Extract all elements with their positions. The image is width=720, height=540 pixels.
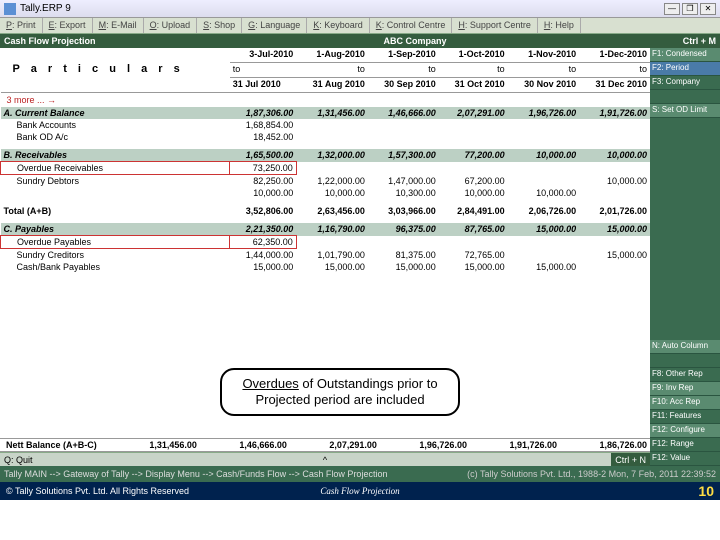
menu-item[interactable]: P: Print [0,18,43,33]
copyright: © Tally Solutions Pvt. Ltd. All Rights R… [6,486,189,496]
side-button[interactable]: F12: Range [650,438,720,452]
page-number: 10 [698,483,714,499]
minimize-button[interactable]: — [664,3,680,15]
side-button[interactable]: F2: Period [650,62,720,76]
side-button[interactable]: F12: Value [650,452,720,466]
breadcrumb-path: Tally MAIN --> Gateway of Tally --> Disp… [4,469,387,479]
menu-item[interactable]: K: Keyboard [307,18,370,33]
side-button[interactable]: N: Auto Column [650,340,720,354]
sidebar: F1: CondensedF2: PeriodF3: Company S: Set… [650,48,720,466]
side-button[interactable]: F10: Acc Rep [650,396,720,410]
menu-item[interactable]: G: Language [242,18,307,33]
side-button[interactable]: F9: Inv Rep [650,382,720,396]
ctrl-n-hint: Ctrl + N [611,453,650,466]
report-content: P a r t i c u l a r s3-Jul-20101-Aug-201… [0,48,650,466]
app-icon [4,3,16,15]
projection-table: P a r t i c u l a r s3-Jul-20101-Aug-201… [0,48,650,273]
side-button[interactable]: S: Set OD Limit [650,104,720,118]
company-name: ABC Company [164,36,666,46]
menu-item[interactable]: H: Support Centre [452,18,538,33]
side-button[interactable]: F8: Other Rep [650,368,720,382]
nett-balance-row: Nett Balance (A+B-C)1,31,456.001,46,666.… [0,438,650,452]
report-title: Cash Flow Projection [4,36,164,46]
maximize-button[interactable]: ❐ [682,3,698,15]
menu-item[interactable]: S: Shop [197,18,242,33]
caret-icon: ^ [323,455,327,465]
side-button[interactable] [650,354,720,368]
menu-item[interactable]: K: Control Centre [370,18,453,33]
menu-item[interactable]: O: Upload [144,18,198,33]
app-title: Tally.ERP 9 [20,3,71,14]
title-bar: Tally.ERP 9 — ❐ ✕ [0,0,720,18]
menu-item[interactable]: E: Export [43,18,93,33]
footer: © Tally Solutions Pvt. Ltd. All Rights R… [0,482,720,500]
breadcrumb: Tally MAIN --> Gateway of Tally --> Disp… [0,466,720,482]
menu-item[interactable]: H: Help [538,18,581,33]
quit-button[interactable]: Q: Quit [0,455,37,465]
side-button[interactable]: F11: Features [650,410,720,424]
menu-bar: P: PrintE: ExportM: E-MailO: UploadS: Sh… [0,18,720,34]
close-button[interactable]: ✕ [700,3,716,15]
side-button[interactable]: F12: Configure [650,424,720,438]
side-button[interactable]: F1: Condensed [650,48,720,62]
shortcut-hint: Ctrl + M [666,36,716,46]
slide-title: Cash Flow Projection [320,486,399,496]
subtitle-bar: Cash Flow Projection ABC Company Ctrl + … [0,34,720,48]
callout-note: Overdues of Outstandings prior to Projec… [220,368,460,416]
menu-item[interactable]: M: E-Mail [93,18,144,33]
bottom-toolbar: Q: Quit ^ Ctrl + N [0,452,650,466]
side-button[interactable]: F3: Company [650,76,720,90]
breadcrumb-meta: (c) Tally Solutions Pvt. Ltd., 1988-2 Mo… [467,469,716,479]
side-button[interactable] [650,90,720,104]
